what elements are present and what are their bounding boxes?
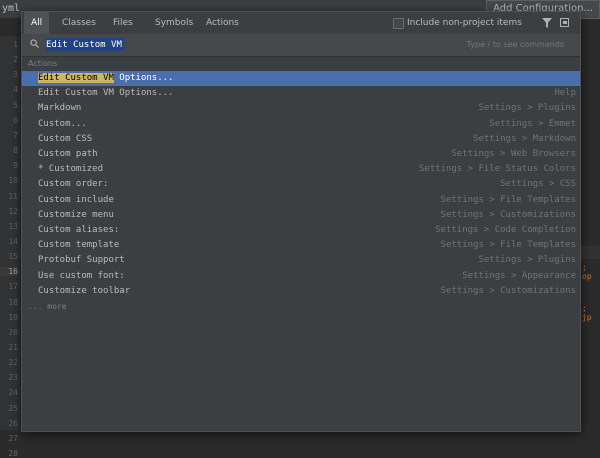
result-item[interactable]: Custom order: Settings > CSS	[22, 177, 580, 192]
result-name: Edit Custom VM Options...	[38, 73, 174, 83]
result-location: Settings > Plugins	[478, 255, 576, 266]
result-location: Settings > File Status Colors	[418, 164, 576, 175]
more-link[interactable]: ... more	[28, 302, 67, 311]
result-item[interactable]: Customize menu Settings > Customizations	[22, 208, 580, 223]
line-number: 27	[8, 433, 18, 443]
result-location: Settings > Markdown	[473, 133, 576, 144]
line-number: 10	[8, 176, 18, 186]
line-number: 5	[13, 100, 18, 110]
line-number: 24	[8, 388, 18, 398]
line-number: 26	[8, 418, 18, 428]
result-location: Settings > Appearance	[462, 270, 576, 281]
line-number: 1	[13, 40, 18, 49]
result-name: Protobuf Support	[38, 255, 125, 266]
line-number: 3	[13, 70, 18, 80]
line-number: 20	[8, 327, 18, 337]
result-name: Customize menu	[38, 209, 114, 220]
result-location: Settings > Customizations	[440, 285, 576, 296]
result-name: Custom...	[38, 118, 87, 129]
result-name: Edit Custom VM Options...	[38, 88, 174, 99]
result-item[interactable]: Custom include Settings > File Templates	[22, 193, 580, 208]
result-name: Custom template	[38, 240, 120, 251]
result-item[interactable]: Use custom font: Settings > Appearance	[22, 269, 580, 284]
line-number: 7	[13, 130, 18, 140]
result-location: Help	[554, 88, 576, 99]
line-number: 6	[13, 115, 18, 125]
result-item[interactable]: Protobuf Support Settings > Plugins	[22, 253, 580, 268]
line-number: 4	[13, 85, 18, 95]
result-location: Settings > Web Browsers	[451, 149, 576, 159]
line-number: 9	[13, 161, 18, 171]
code-fragment: ; op	[582, 263, 592, 281]
result-location: Settings > Customizations	[440, 209, 576, 220]
tab-actions[interactable]: Actions	[199, 12, 246, 34]
result-name: Markdown	[38, 103, 82, 114]
line-number: 8	[13, 146, 18, 156]
tab-classes[interactable]: Classes	[55, 12, 103, 34]
search-bar: Type / to see commands	[22, 34, 580, 57]
line-number: 22	[8, 358, 18, 368]
match-highlight: Edit Custom VM	[38, 73, 114, 83]
editor-gutter: 1 2 3 4 5 6 7 8 9 10 11 12 13 14 15 16 17 18 19 20 21 22 23 24 2…	[0, 36, 20, 458]
include-non-project-checkbox[interactable]	[393, 18, 404, 29]
result-item[interactable]: Markdown Settings > Plugins	[22, 101, 580, 116]
result-location: Settings > File Templates	[440, 194, 576, 205]
tab-all[interactable]: All	[24, 12, 50, 34]
result-name: Use custom font:	[38, 270, 125, 281]
result-item[interactable]: Custom... Settings > Emmet	[22, 117, 580, 132]
line-number: 11	[8, 191, 18, 201]
pin-window-icon[interactable]	[560, 18, 569, 27]
tab-symbols[interactable]: Symbols	[148, 12, 200, 34]
line-number: 25	[8, 403, 18, 413]
result-location: Settings > CSS	[500, 179, 576, 190]
group-label-actions: Actions	[28, 59, 58, 68]
code-fragment: ; jp	[582, 304, 592, 322]
result-location: Settings > File Templates	[440, 240, 576, 251]
search-everywhere-popup: All Classes Files Symbols Actions Includ…	[21, 11, 581, 432]
include-non-project-label[interactable]: Include non-project items	[407, 12, 522, 34]
result-name: Custom aliases:	[38, 225, 120, 235]
result-location: Settings > Code Completion	[435, 225, 576, 235]
filter-icon[interactable]	[542, 18, 552, 28]
result-name: Custom include	[38, 194, 114, 205]
result-name: * Customized	[38, 164, 104, 175]
line-number: 13	[8, 221, 18, 231]
result-item[interactable]: Edit Custom VM Options... Help	[22, 86, 580, 101]
result-name: Customize toolbar	[38, 285, 131, 296]
line-number: 19	[8, 312, 18, 322]
result-location: Settings > Emmet	[489, 118, 576, 129]
search-icon	[30, 39, 39, 48]
line-number: 14	[8, 236, 18, 246]
file-tab[interactable]: yml	[2, 3, 20, 14]
line-number: 12	[8, 206, 18, 216]
result-item[interactable]: Custom template Settings > File Templates	[22, 238, 580, 253]
line-number: 17	[8, 282, 18, 292]
search-tabs: All Classes Files Symbols Actions Includ…	[22, 12, 580, 34]
line-number: 15	[8, 252, 18, 262]
line-number: 23	[8, 373, 18, 383]
result-item[interactable]: Custom path Settings > Web Browsers	[22, 147, 580, 162]
search-hint: Type / to see commands	[466, 40, 564, 49]
line-number: 21	[8, 343, 18, 352]
line-number: 2	[13, 55, 18, 65]
result-item[interactable]: Custom aliases: Settings > Code Completio…	[22, 223, 580, 238]
result-item[interactable]: * Customized Settings > File Status Color…	[22, 162, 580, 177]
line-number: 18	[8, 297, 18, 307]
result-item[interactable]: Custom CSS Settings > Markdown	[22, 132, 580, 147]
result-location: Settings > Plugins	[478, 103, 576, 114]
tab-files[interactable]: Files	[106, 12, 140, 34]
result-name: Custom path	[38, 149, 98, 159]
line-number: 28	[8, 449, 18, 458]
search-input[interactable]	[46, 38, 476, 52]
result-item[interactable]: Customize toolbar Settings > Customizatio…	[22, 284, 580, 299]
result-name: Custom order:	[38, 179, 109, 190]
line-number: 16	[0, 267, 18, 277]
result-item[interactable]: Edit Custom VM Options...	[22, 71, 580, 86]
result-name: Custom CSS	[38, 133, 93, 144]
